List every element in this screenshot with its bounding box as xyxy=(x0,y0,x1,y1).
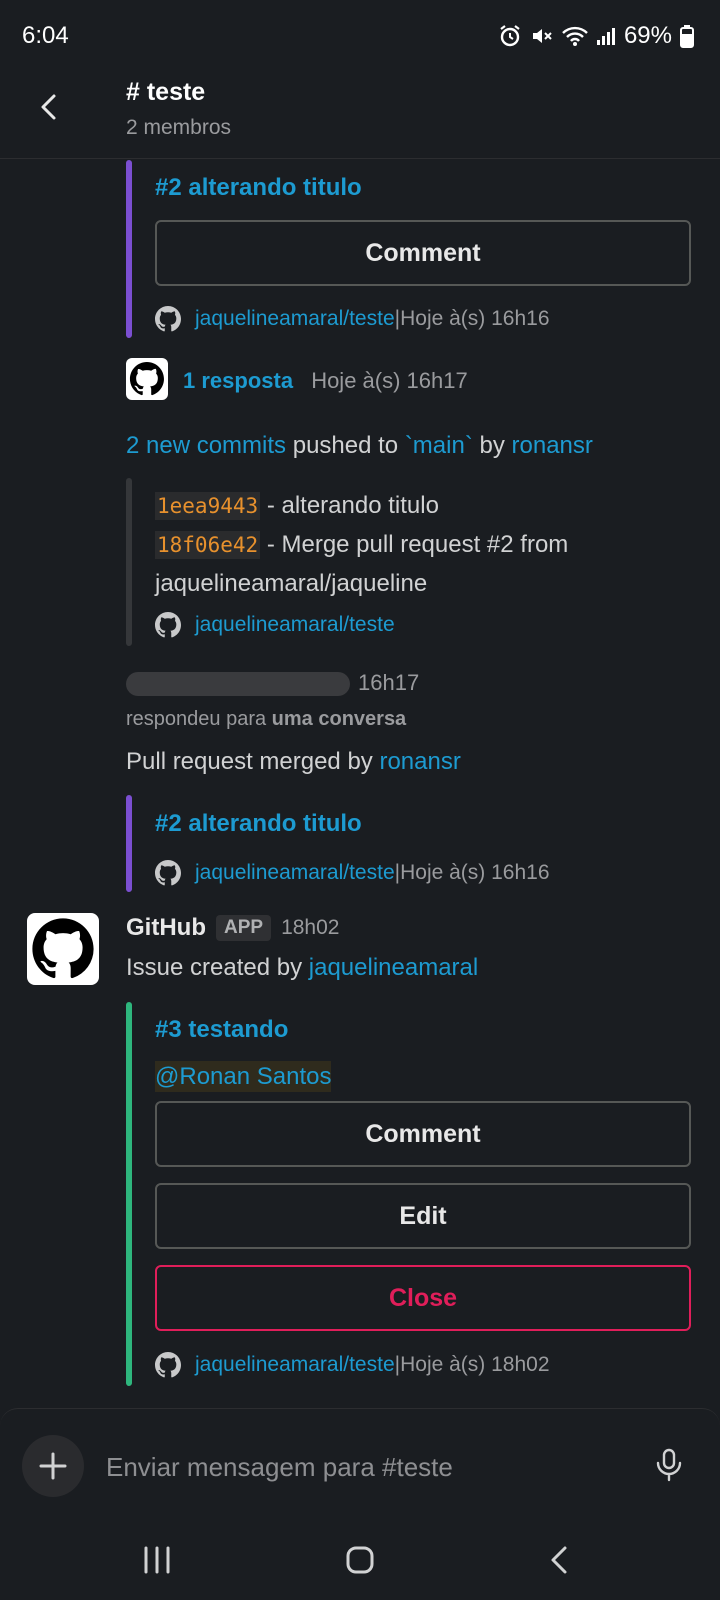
attachment-bar-gray xyxy=(126,478,132,646)
repo-link[interactable]: jaquelineamaral/teste xyxy=(195,1353,395,1377)
merged-text: Pull request merged by xyxy=(126,748,380,775)
commits-by: by xyxy=(472,432,512,459)
back-icon[interactable] xyxy=(540,1540,580,1580)
home-icon[interactable] xyxy=(340,1540,380,1580)
commit-hash-link[interactable]: 18f06e42 xyxy=(155,531,261,559)
attachment-title-link[interactable]: #2 alterando titulo xyxy=(155,174,362,202)
attachment-bar-green xyxy=(126,1002,132,1386)
user-link[interactable]: ronansr xyxy=(512,432,593,459)
redacted-sender-name xyxy=(126,672,350,696)
user-link[interactable]: ronansr xyxy=(379,748,460,775)
conversation-link[interactable]: uma conversa xyxy=(272,708,407,730)
comment-button[interactable]: Comment xyxy=(155,1101,691,1167)
issue-message: Issue created by jaquelineamaral xyxy=(126,954,478,982)
battery-percent: 69% xyxy=(623,22,672,49)
battery-icon xyxy=(680,25,694,48)
edit-button[interactable]: Edit xyxy=(155,1183,691,1249)
commits-link[interactable]: 2 new commits xyxy=(126,432,286,459)
attachment-footer: jaquelineamaral/teste | Hoje à(s) 18h02 xyxy=(155,1352,550,1378)
branch-link[interactable]: `main` xyxy=(405,432,473,459)
repo-link[interactable]: jaquelineamaral/teste xyxy=(195,861,395,885)
github-icon xyxy=(129,361,164,396)
message-time: 18h02 xyxy=(281,916,340,939)
channel-members-count[interactable]: 2 membros xyxy=(126,116,231,140)
github-icon xyxy=(155,860,181,886)
commit-line-2-cont: jaquelineamaral/jaqueline xyxy=(155,570,428,597)
close-button[interactable]: Close xyxy=(155,1265,691,1331)
attachment-footer: jaquelineamaral/teste | Hoje à(s) 16h16 xyxy=(155,306,550,332)
attachment-title-link[interactable]: #2 alterando titulo xyxy=(155,810,362,838)
attachment-bar-purple xyxy=(126,795,132,892)
commit-message: - Merge pull request #2 from xyxy=(260,531,569,558)
github-icon xyxy=(155,1352,181,1378)
replies-time: Hoje à(s) 16h17 xyxy=(311,368,468,393)
commit-message: - alterando titulo xyxy=(260,492,439,519)
sender-name[interactable]: GitHub xyxy=(126,914,206,942)
channel-title[interactable]: # teste xyxy=(126,78,205,107)
repo-link[interactable]: jaquelineamaral/teste xyxy=(195,307,395,331)
recents-icon[interactable] xyxy=(137,1540,177,1580)
mention-line: @Ronan Santos xyxy=(155,1061,332,1092)
add-attachment-button[interactable] xyxy=(22,1435,84,1497)
issue-title-link[interactable]: #3 testando xyxy=(155,1016,288,1044)
channel-header xyxy=(0,80,720,159)
commit-hash-link[interactable]: 1eea9443 xyxy=(155,492,261,520)
commits-text: pushed to xyxy=(286,432,405,459)
attachment-footer: jaquelineamaral/teste | Hoje à(s) 16h16 xyxy=(155,860,550,886)
app-badge: APP xyxy=(215,915,272,941)
comment-button[interactable]: Comment xyxy=(155,220,691,286)
wifi-icon xyxy=(562,26,588,46)
message-input[interactable] xyxy=(104,1444,628,1490)
status-icons: 69% xyxy=(498,22,694,50)
signal-icon xyxy=(596,28,615,45)
mute-icon xyxy=(532,29,552,43)
footer-time: Hoje à(s) 16h16 xyxy=(400,861,550,884)
commit-line-2: 18f06e42 - Merge pull request #2 from xyxy=(155,531,568,559)
merged-message: Pull request merged by ronansr xyxy=(126,748,461,776)
message-header: GitHub APP 18h02 xyxy=(126,914,339,942)
repo-link[interactable]: jaquelineamaral/teste xyxy=(195,613,395,637)
user-mention[interactable]: @Ronan Santos xyxy=(155,1061,332,1092)
plus-icon xyxy=(39,1452,67,1480)
reply-context: respondeu para uma conversa xyxy=(126,708,406,731)
footer-time: Hoje à(s) 18h02 xyxy=(400,1353,550,1376)
avatar xyxy=(126,358,168,400)
alarm-icon xyxy=(500,25,520,47)
mic-icon[interactable] xyxy=(654,1448,684,1482)
footer-time: Hoje à(s) 16h16 xyxy=(400,307,550,330)
github-icon xyxy=(32,918,94,979)
reply-prefix: respondeu para xyxy=(126,708,272,730)
user-link[interactable]: jaquelineamaral xyxy=(309,954,478,981)
thread-replies[interactable]: 1 resposta Hoje à(s) 16h17 xyxy=(183,368,468,394)
status-time: 6:04 xyxy=(22,22,69,49)
issue-text: Issue created by xyxy=(126,954,309,981)
back-arrow-icon[interactable] xyxy=(34,92,64,122)
commits-message: 2 new commits pushed to `main` by ronans… xyxy=(126,432,593,460)
replies-count-link[interactable]: 1 resposta xyxy=(183,368,293,393)
attachment-bar-purple xyxy=(126,160,132,338)
github-avatar[interactable] xyxy=(27,913,99,985)
commit-line-1: 1eea9443 - alterando titulo xyxy=(155,492,439,520)
github-icon xyxy=(155,306,181,332)
reply-time: 16h17 xyxy=(358,670,420,695)
commits-footer: jaquelineamaral/teste xyxy=(155,612,395,638)
github-icon xyxy=(155,612,181,638)
